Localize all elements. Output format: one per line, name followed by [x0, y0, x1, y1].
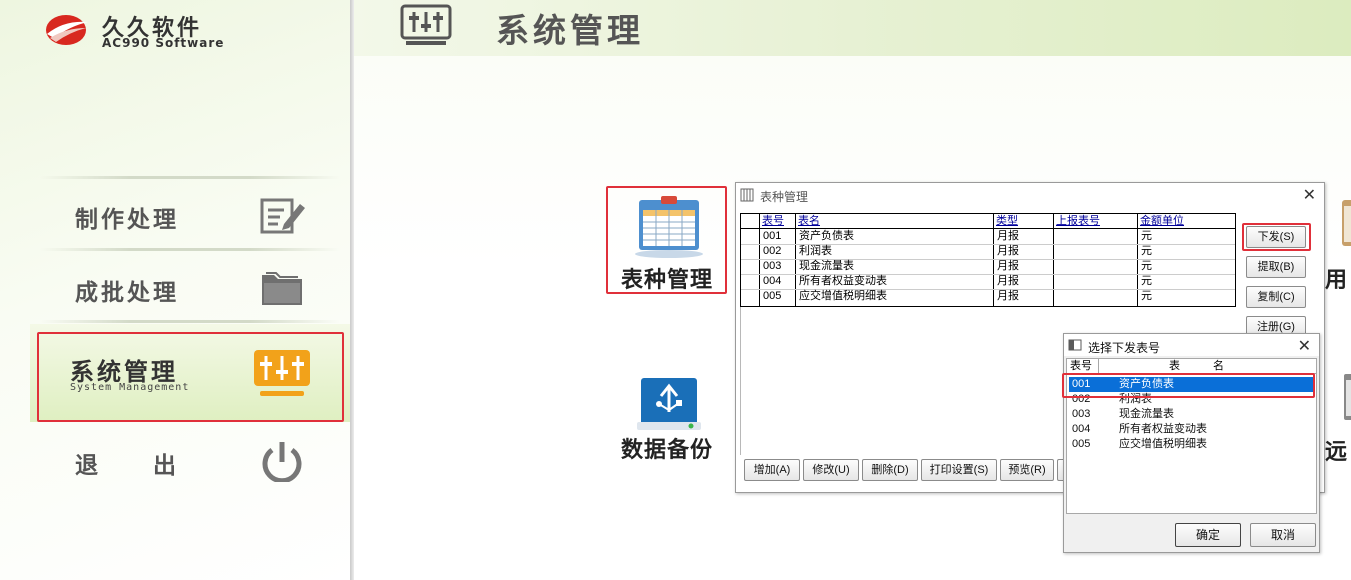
sidebar-item-batch[interactable]: 成批处理 [40, 255, 340, 319]
menu-divider [40, 248, 340, 251]
table-row[interactable]: 004 所有者权益变动表 月报 元 [741, 274, 1235, 290]
cell-report-no [1057, 229, 1137, 243]
print-settings-button[interactable]: 打印设置(S) [921, 459, 997, 481]
cell-unit: 元 [1141, 275, 1152, 287]
table-row[interactable]: 003 现金流量表 月报 元 [741, 259, 1235, 275]
dialog-title-bar: 表种管理 ✕ [736, 183, 1324, 207]
item-name: 所有者权益变动表 [1119, 423, 1207, 435]
cell-id: 004 [763, 275, 782, 287]
cell-id: 003 [763, 260, 782, 272]
cell-type: 月报 [997, 275, 1019, 287]
power-icon [262, 442, 302, 482]
add-button[interactable]: 增加(A) [744, 459, 800, 481]
cell-report-no [1057, 259, 1137, 273]
sidebar-item-label: 制作处理 [75, 207, 179, 233]
cell-type: 月报 [997, 245, 1019, 257]
list-header: 表号 表 名 [1067, 359, 1316, 374]
cell-id: 001 [763, 230, 782, 242]
list-item[interactable]: 004 所有者权益变动表 [1069, 422, 1314, 437]
tile-icon-partial [1342, 200, 1351, 246]
cell-name: 所有者权益变动表 [799, 275, 887, 287]
column-header-unit[interactable]: 金额单位 [1139, 214, 1233, 228]
menu-divider [40, 320, 340, 323]
dialog-title-bar: 选择下发表号 ✕ [1064, 334, 1319, 356]
cell-report-no [1057, 244, 1137, 258]
menu-divider [40, 176, 340, 179]
page-header: 系统管理 [354, 0, 1351, 56]
window-icon [740, 188, 754, 202]
cell-id: 005 [763, 290, 782, 302]
column-header-type[interactable]: 类型 [995, 214, 1053, 228]
close-icon[interactable]: ✕ [1298, 336, 1311, 356]
select-distribute-dialog: 选择下发表号 ✕ 表号 表 名 001 资产负债表 002 利润表 003 现金… [1063, 333, 1320, 553]
sliders-icon [400, 4, 452, 45]
tile-data-backup[interactable]: 数据备份 [607, 362, 727, 470]
tile-label-partial: 用 [1325, 268, 1348, 293]
brand-name-en: AC990 Software [102, 36, 225, 50]
table-row[interactable]: 002 利润表 月报 元 [741, 244, 1235, 260]
modify-button[interactable]: 修改(U) [803, 459, 859, 481]
sidebar-item-label: 退 出 [75, 453, 179, 479]
cell-unit: 元 [1141, 260, 1152, 272]
grid-line [1098, 359, 1099, 373]
cell-name: 利润表 [799, 245, 832, 257]
column-header-name: 表 名 [1169, 360, 1224, 372]
delete-button[interactable]: 删除(D) [862, 459, 918, 481]
page-title: 系统管理 [496, 11, 644, 50]
item-id: 003 [1072, 408, 1091, 420]
column-header-name[interactable]: 表名 [797, 214, 993, 228]
highlight-report-type-tile [606, 186, 727, 294]
item-name: 应交增值税明细表 [1119, 438, 1207, 450]
item-id: 004 [1072, 423, 1091, 435]
report-type-table[interactable]: 表号 表名 类型 上报表号 金额单位 001 资产负债表 月报 元 002 利润… [740, 213, 1236, 307]
list-item[interactable]: 003 现金流量表 [1069, 407, 1314, 422]
cell-id: 002 [763, 245, 782, 257]
cell-unit: 元 [1141, 245, 1152, 257]
cell-name: 现金流量表 [799, 260, 854, 272]
preview-button[interactable]: 预览(R) [1000, 459, 1054, 481]
cell-name: 应交增值税明细表 [799, 290, 887, 302]
highlight-selected-row [1062, 373, 1315, 398]
sidebar-item-exit[interactable]: 退 出 [40, 428, 340, 492]
cell-unit: 元 [1141, 290, 1152, 302]
brand-swirl-icon [46, 15, 88, 45]
cell-unit: 元 [1141, 230, 1152, 242]
item-id: 005 [1072, 438, 1091, 450]
sidebar: 久久软件 AC990 Software 制作处理 成批处理 系统管理 Syste… [0, 0, 350, 580]
window-icon [1068, 339, 1082, 351]
table-row[interactable]: 005 应交增值税明细表 月报 元 [741, 289, 1235, 304]
copy-button[interactable]: 复制(C) [1246, 286, 1306, 308]
usb-backup-icon [637, 378, 701, 430]
item-name: 现金流量表 [1119, 408, 1174, 420]
highlight-distribute-button [1242, 223, 1311, 251]
cancel-button[interactable]: 取消 [1250, 523, 1316, 547]
dialog-title: 选择下发表号 [1088, 341, 1161, 355]
highlight-system-management [37, 332, 344, 422]
cell-type: 月报 [997, 260, 1019, 272]
edit-icon [260, 198, 305, 234]
column-header-id[interactable]: 表号 [761, 214, 795, 228]
list-item[interactable]: 005 应交增值税明细表 [1069, 437, 1314, 452]
tile-label-partial: 远 [1325, 440, 1348, 465]
cell-name: 资产负债表 [799, 230, 854, 242]
ok-button[interactable]: 确定 [1175, 523, 1241, 547]
cell-report-no [1057, 274, 1137, 288]
dialog-title: 表种管理 [760, 190, 809, 204]
extract-button[interactable]: 提取(B) [1246, 256, 1306, 278]
cell-type: 月报 [997, 290, 1019, 302]
close-icon[interactable]: ✕ [1303, 185, 1316, 205]
column-header-report-no[interactable]: 上报表号 [1055, 214, 1137, 228]
brand-logo: 久久软件 AC990 Software [44, 10, 244, 54]
tile-icon-partial [1344, 374, 1351, 420]
folder-icon [262, 272, 302, 305]
cell-report-no [1057, 289, 1137, 303]
table-row[interactable]: 001 资产负债表 月报 元 [741, 229, 1235, 245]
cell-type: 月报 [997, 230, 1019, 242]
table-header: 表号 表名 类型 上报表号 金额单位 [741, 214, 1235, 229]
sidebar-item-production[interactable]: 制作处理 [40, 182, 340, 246]
tile-label: 数据备份 [620, 438, 713, 463]
sidebar-item-label: 成批处理 [75, 280, 179, 306]
column-header-id: 表号 [1070, 360, 1092, 372]
